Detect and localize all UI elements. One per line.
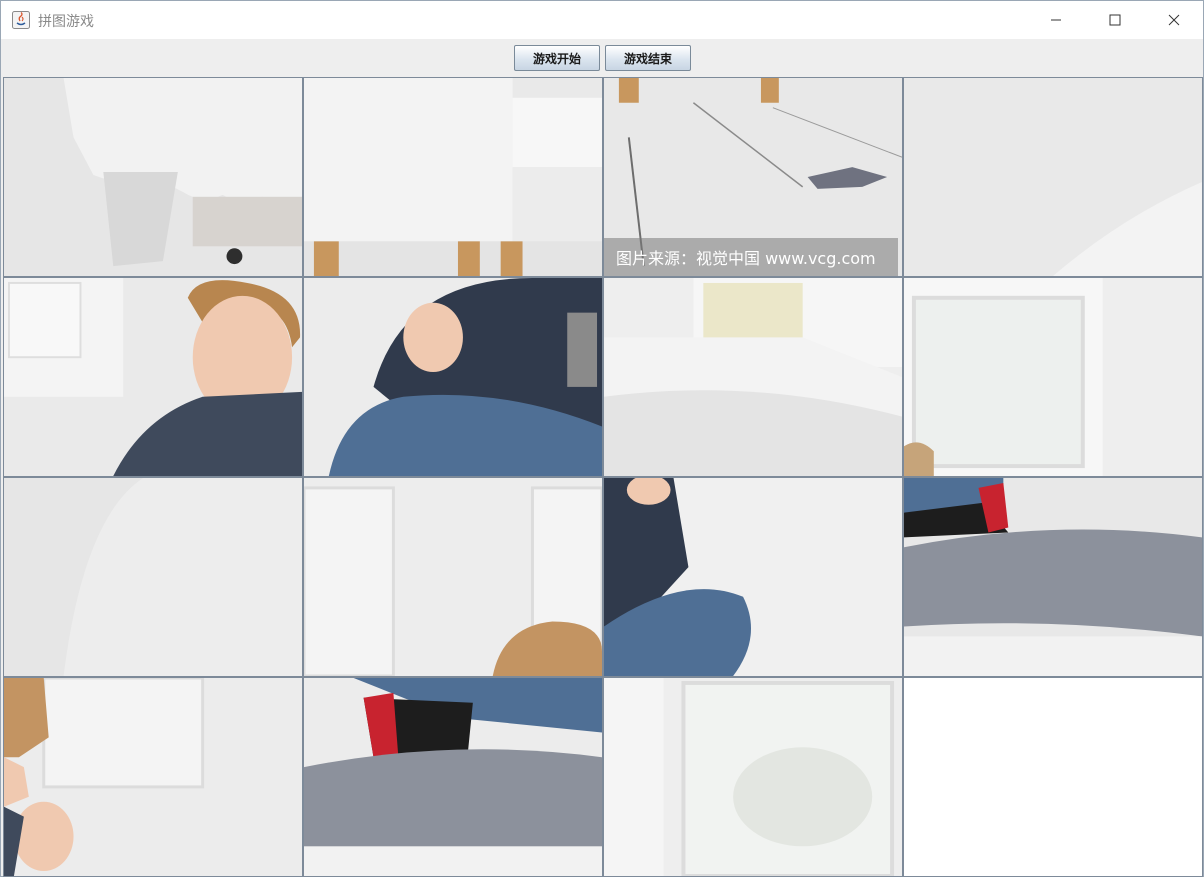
app-window: 拼图游戏 游戏开始 游戏结束 图片来源：视觉中国 www.vcg.com (0, 0, 1204, 877)
tile-image-sock-puzzle (904, 478, 1202, 676)
tile-image-bed-corner (904, 78, 1202, 276)
close-button[interactable] (1145, 1, 1203, 39)
title-bar[interactable]: 拼图游戏 (1, 1, 1203, 39)
puzzle-tile[interactable] (3, 477, 303, 677)
puzzle-board: 图片来源：视觉中国 www.vcg.com (3, 77, 1203, 877)
tile-image-blanket-drape (4, 478, 302, 676)
tile-image-window (904, 278, 1202, 476)
minimize-icon (1051, 19, 1061, 21)
image-source-watermark: 图片来源：视觉中国 www.vcg.com (604, 238, 898, 276)
tile-image-blanket-stool (4, 78, 302, 276)
tile-image-boy-hair (304, 478, 602, 676)
close-icon (1168, 14, 1180, 26)
end-game-button[interactable]: 游戏结束 (605, 45, 691, 71)
puzzle-tile[interactable] (303, 477, 603, 677)
tile-image-boy-legs (604, 478, 902, 676)
maximize-icon (1109, 14, 1121, 26)
puzzle-tile[interactable] (303, 77, 603, 277)
maximize-button[interactable] (1086, 1, 1144, 39)
puzzle-tile[interactable] (3, 277, 303, 477)
puzzle-tile[interactable] (903, 77, 1203, 277)
puzzle-tile[interactable] (603, 677, 903, 877)
puzzle-tile[interactable] (603, 277, 903, 477)
tile-image-red-sock (304, 678, 602, 876)
tile-image-sofa-legs (304, 78, 602, 276)
tile-image-window-bottom (604, 678, 902, 876)
tile-image-boy-arm (304, 278, 602, 476)
puzzle-tile[interactable] (603, 477, 903, 677)
puzzle-tile[interactable]: 图片来源：视觉中国 www.vcg.com (603, 77, 903, 277)
tile-image-white-sofa (604, 278, 902, 476)
puzzle-tile[interactable] (903, 277, 1203, 477)
java-app-icon (12, 11, 30, 29)
puzzle-tile[interactable] (3, 677, 303, 877)
minimize-button[interactable] (1027, 1, 1085, 39)
start-game-button[interactable]: 游戏开始 (514, 45, 600, 71)
puzzle-tile[interactable] (303, 677, 603, 877)
puzzle-tile[interactable] (3, 77, 303, 277)
window-title: 拼图游戏 (38, 14, 94, 30)
puzzle-tile[interactable] (303, 277, 603, 477)
tile-image-boy-hand (4, 678, 302, 876)
puzzle-tile[interactable] (903, 477, 1203, 677)
empty-tile[interactable] (903, 677, 1203, 877)
tile-image-boy-face (4, 278, 302, 476)
toolbar: 游戏开始 游戏结束 (1, 39, 1203, 77)
